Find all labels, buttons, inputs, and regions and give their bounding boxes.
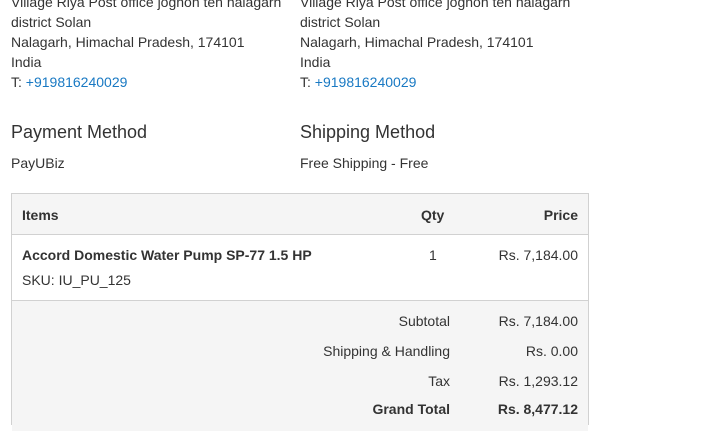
shipping-label: Shipping & Handling xyxy=(323,343,450,359)
shipping-value: Rs. 0.00 xyxy=(525,343,578,359)
table-row: Accord Domestic Water Pump SP-77 1.5 HP … xyxy=(12,235,588,301)
subtotal-label: Subtotal xyxy=(398,313,450,329)
address-line: Nalagarh, Himachal Pradesh, 174101 xyxy=(300,34,534,50)
phone-link[interactable]: +919816240029 xyxy=(315,74,417,90)
address-line: India xyxy=(300,54,331,70)
tax-row: Tax Rs. 1,293.12 xyxy=(12,373,588,393)
grand-total-label: Grand Total xyxy=(372,401,450,417)
address-line: Village Riya Post office joghon teh nala… xyxy=(11,0,282,10)
table-header: Items Qty Price xyxy=(12,194,588,235)
item-sku: SKU: IU_PU_125 xyxy=(22,272,131,288)
phone-line: T: +919816240029 xyxy=(11,72,281,92)
item-price: Rs. 7,184.00 xyxy=(498,247,578,263)
shipping-row: Shipping & Handling Rs. 0.00 xyxy=(12,343,588,363)
address-line: Village Riya Post office joghon teh nala… xyxy=(300,0,571,10)
tax-value: Rs. 1,293.12 xyxy=(498,373,578,389)
phone-line: T: +919816240029 xyxy=(300,72,570,92)
item-name: Accord Domestic Water Pump SP-77 1.5 HP xyxy=(22,247,312,263)
shipping-address: Village Riya Post office joghon teh nala… xyxy=(300,0,570,92)
payment-method-value: PayUBiz xyxy=(11,155,65,171)
grand-total-value: Rs. 8,477.12 xyxy=(497,401,578,417)
tax-label: Tax xyxy=(428,373,450,389)
column-header-qty: Qty xyxy=(421,207,445,223)
item-qty: 1 xyxy=(429,247,437,263)
payment-method-title: Payment Method xyxy=(11,122,148,142)
address-line: India xyxy=(11,54,42,70)
grand-total-row: Grand Total Rs. 8,477.12 xyxy=(12,401,588,421)
column-header-price: Price xyxy=(543,207,578,223)
phone-link[interactable]: +919816240029 xyxy=(26,74,128,90)
phone-prefix: T: xyxy=(11,74,26,90)
order-items-table: Items Qty Price Accord Domestic Water Pu… xyxy=(11,193,589,431)
shipping-method-title: Shipping Method xyxy=(300,122,436,142)
address-line: district Solan xyxy=(300,14,381,30)
order-totals: Subtotal Rs. 7,184.00 Shipping & Handlin… xyxy=(12,301,588,431)
subtotal-value: Rs. 7,184.00 xyxy=(498,313,578,329)
shipping-method-value: Free Shipping - Free xyxy=(300,155,429,171)
subtotal-row: Subtotal Rs. 7,184.00 xyxy=(12,313,588,333)
column-header-items: Items xyxy=(22,207,59,223)
billing-address: Village Riya Post office joghon teh nala… xyxy=(11,0,281,92)
address-line: district Solan xyxy=(11,14,92,30)
phone-prefix: T: xyxy=(300,74,315,90)
address-line: Nalagarh, Himachal Pradesh, 174101 xyxy=(11,34,245,50)
